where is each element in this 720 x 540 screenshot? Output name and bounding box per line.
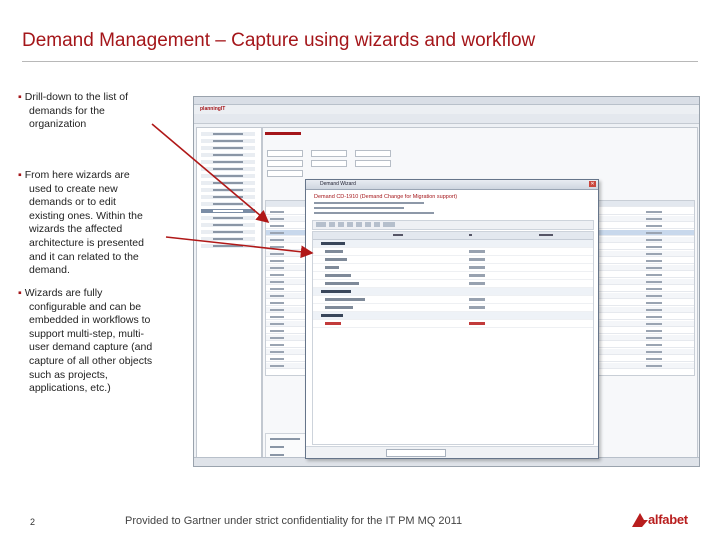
arrow-to-wizard xyxy=(165,236,314,259)
confidentiality-notice: Provided to Gartner under strict confide… xyxy=(125,515,463,527)
callout-arrows xyxy=(151,123,314,259)
page-number: 2 xyxy=(30,517,36,527)
logo-mark-icon xyxy=(632,513,648,527)
alfabet-logo: alfabet xyxy=(631,510,705,530)
brand-name: alfabet xyxy=(648,512,688,527)
arrow-to-demand-list xyxy=(151,123,270,224)
